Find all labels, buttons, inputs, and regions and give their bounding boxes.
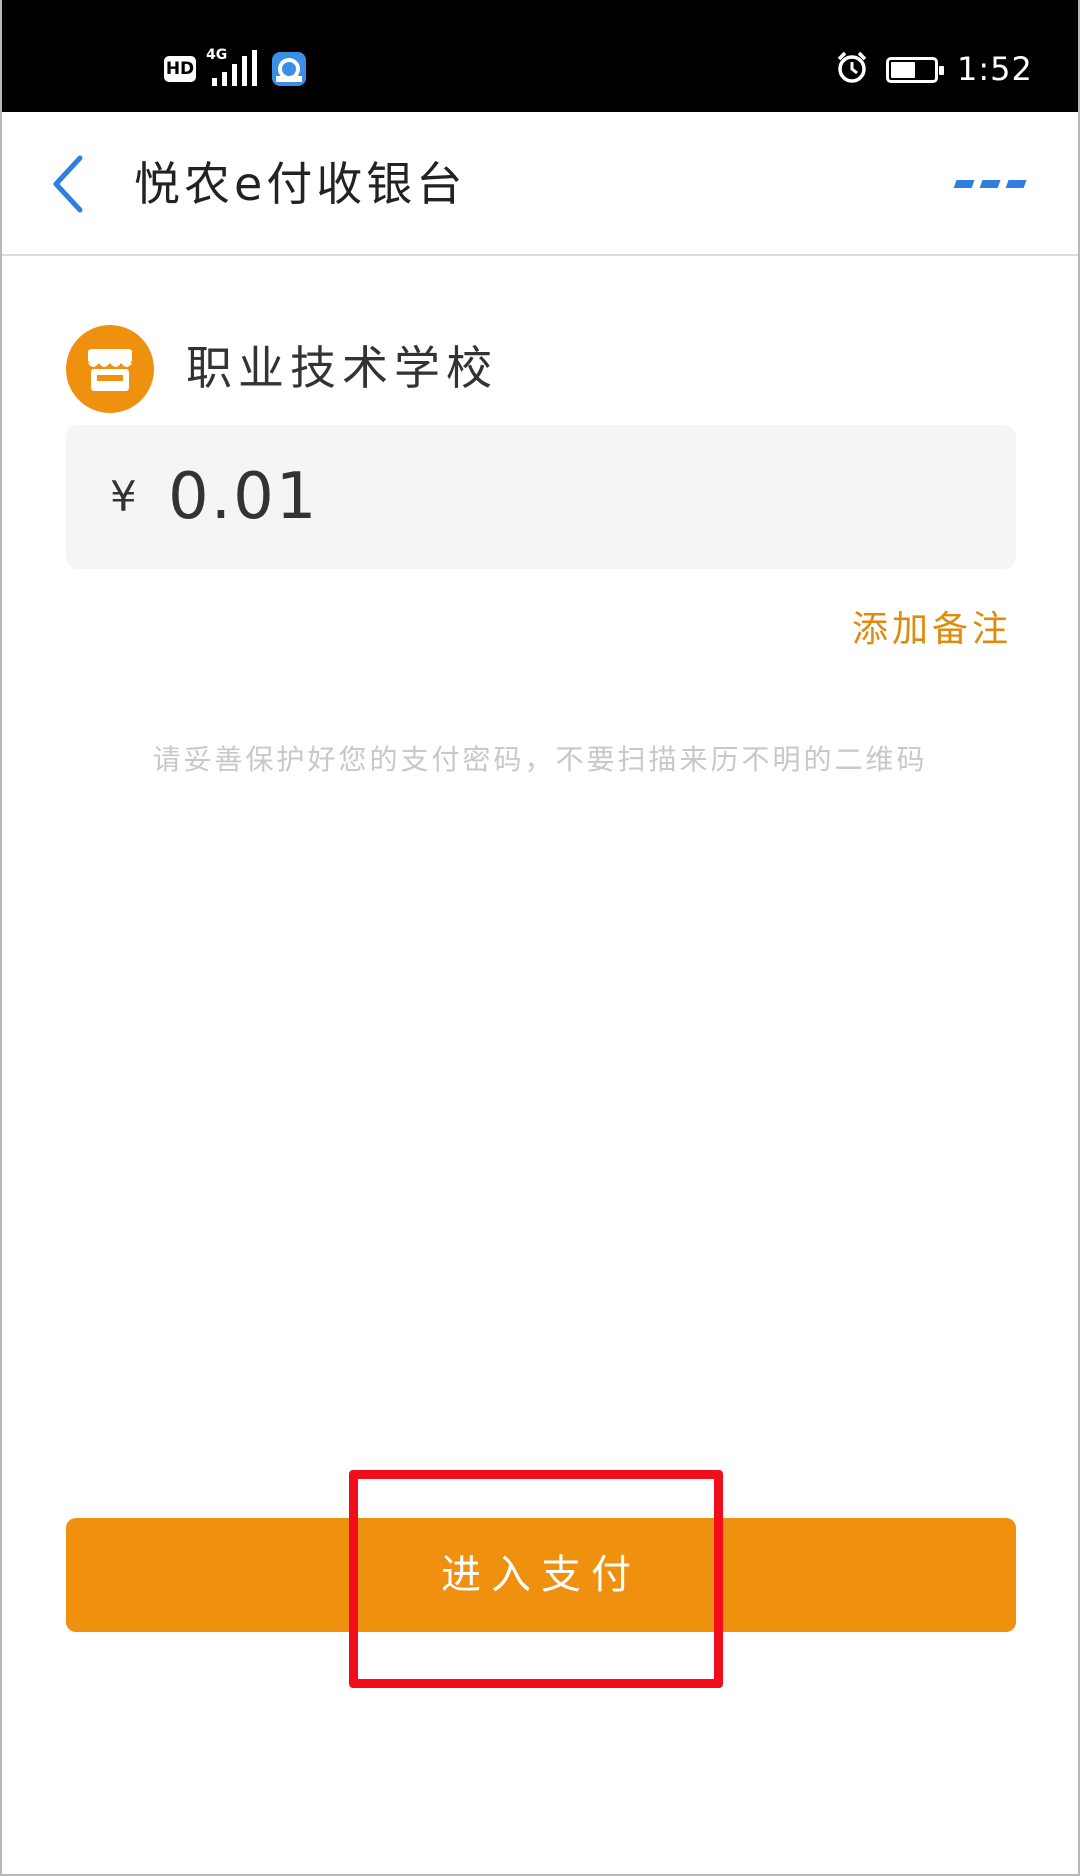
- payment-checkout-screen: HD 4G 1:52 悦农e付收银台 职业技术学校 ¥ 0.01 添加备注 请妥…: [0, 0, 1080, 1876]
- status-bar: HD 4G 1:52: [2, 0, 1078, 112]
- top-navigation-bar: 悦农e付收银台: [2, 112, 1078, 256]
- hd-badge: HD: [164, 56, 196, 82]
- enter-payment-button[interactable]: 进入支付: [66, 1518, 1016, 1632]
- store-icon: [66, 325, 154, 413]
- page-title: 悦农e付收银台: [134, 157, 467, 211]
- currency-symbol: ¥: [110, 472, 137, 521]
- add-note-link[interactable]: 添加备注: [852, 606, 1012, 654]
- cellular-signal-icon: 4G: [206, 48, 262, 88]
- clock-time: 1:52: [957, 50, 1033, 88]
- back-arrow-icon[interactable]: [46, 152, 90, 216]
- app-notification-icon: [272, 52, 306, 86]
- battery-icon: [886, 57, 944, 83]
- alarm-icon: [834, 50, 870, 86]
- amount-display: ¥ 0.01: [66, 425, 1016, 569]
- merchant-name: 职业技术学校: [186, 341, 498, 395]
- amount-value: 0.01: [168, 460, 319, 534]
- more-dots-icon: [953, 180, 1027, 188]
- more-options-button[interactable]: [952, 154, 1042, 214]
- security-hint-text: 请妥善保护好您的支付密码，不要扫描来历不明的二维码: [152, 743, 928, 776]
